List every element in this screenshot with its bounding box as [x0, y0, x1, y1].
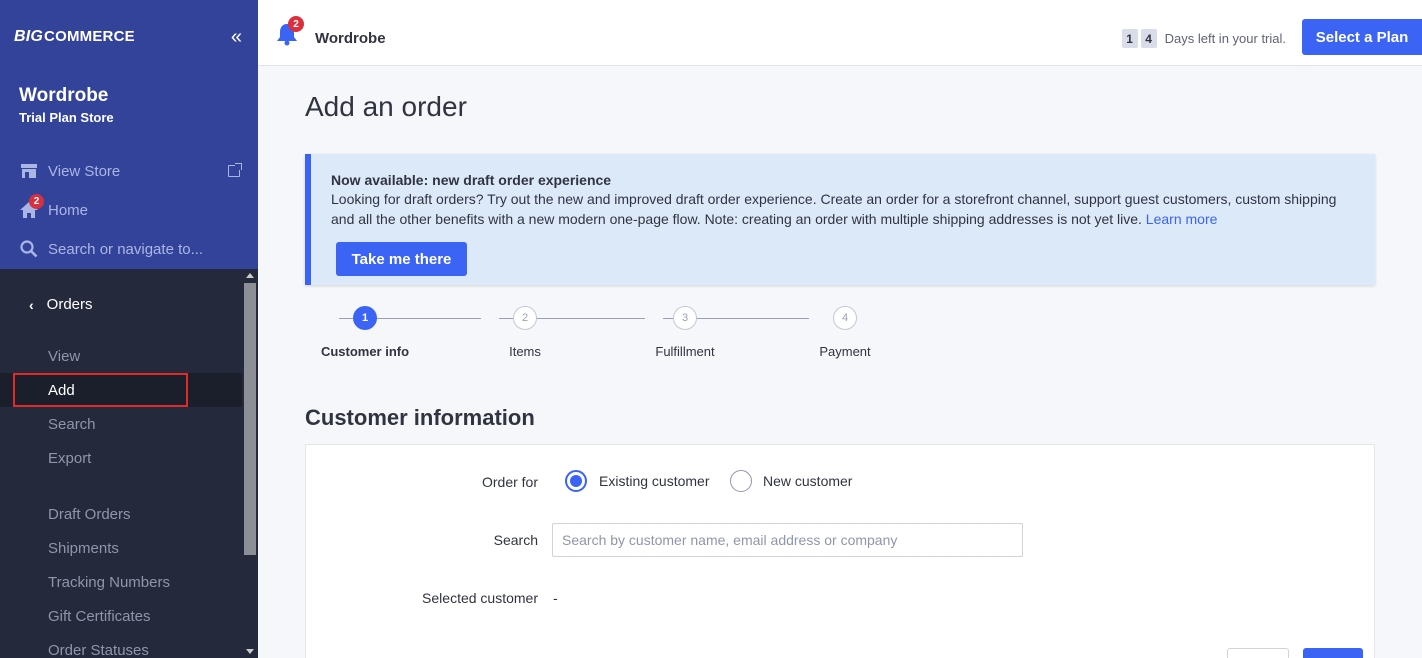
step-1-label: Customer info	[320, 344, 410, 359]
scroll-up-icon[interactable]	[246, 273, 254, 278]
trial-text: Days left in your trial.	[1164, 31, 1286, 46]
page-title: Add an order	[305, 91, 467, 122]
external-link-icon[interactable]	[228, 163, 242, 177]
banner-title: Now available: new draft order experienc…	[331, 172, 612, 188]
home-badge: 2	[29, 194, 44, 209]
section-title: Customer information	[305, 405, 535, 430]
scroll-down-icon[interactable]	[246, 649, 254, 654]
bigcommerce-logo[interactable]: BIG COMMERCE	[14, 28, 135, 46]
store-name: Wordrobe	[19, 85, 109, 106]
top-bar: 2 Wordrobe 1 4 Days left in your trial. …	[258, 0, 1422, 66]
search-navigate-link[interactable]: Search or navigate to...	[19, 240, 203, 258]
trial-digit: 4	[1140, 29, 1157, 48]
step-4-label: Payment	[819, 344, 871, 359]
select-plan-button[interactable]: Select a Plan	[1302, 19, 1422, 55]
logo-suffix: COMMERCE	[44, 28, 135, 45]
new-customer-label[interactable]: New customer	[763, 473, 852, 489]
sidebar-item-tracking-numbers[interactable]: Tracking Numbers	[0, 565, 242, 599]
view-store-link[interactable]: View Store	[19, 162, 120, 180]
sidebar-scrollbar[interactable]	[242, 269, 258, 658]
order-for-label: Order for	[481, 474, 538, 490]
cancel-button[interactable]	[1227, 648, 1289, 658]
step-4-circle: 4	[833, 306, 857, 330]
sidebar-item-order-statuses[interactable]: Order Statuses	[0, 633, 242, 658]
sidebar-item-view[interactable]: View	[0, 339, 242, 373]
step-2-circle: 2	[513, 306, 537, 330]
store-plan: Trial Plan Store	[19, 110, 114, 125]
step-2-label: Items	[509, 344, 541, 359]
existing-customer-radio[interactable]	[565, 470, 587, 492]
storefront-icon	[19, 162, 39, 180]
notification-badge: 2	[288, 16, 304, 32]
orders-back-link[interactable]: ‹ Orders	[29, 296, 93, 313]
sidebar-header: BIG COMMERCE « Wordrobe Trial Plan Store …	[0, 0, 258, 269]
step-3-circle: 3	[673, 306, 697, 330]
sidebar-item-shipments[interactable]: Shipments	[0, 531, 242, 565]
selected-customer-value: -	[553, 590, 558, 606]
learn-more-link[interactable]: Learn more	[1146, 211, 1218, 227]
new-customer-radio[interactable]	[730, 470, 752, 492]
draft-order-banner: Now available: new draft order experienc…	[305, 154, 1375, 285]
scrollbar-thumb[interactable]	[244, 283, 256, 555]
view-store-label: View Store	[48, 162, 121, 180]
store-title: Wordrobe	[315, 30, 386, 47]
orders-section-label: Orders	[46, 296, 93, 313]
sidebar-item-draft-orders[interactable]: Draft Orders	[0, 497, 242, 531]
search-navigate-label: Search or navigate to...	[48, 240, 204, 258]
sidebar: BIG COMMERCE « Wordrobe Trial Plan Store …	[0, 0, 258, 658]
step-1-circle: 1	[353, 306, 377, 330]
order-stepper: 1 2 3 4 Customer info Items Fulfillment …	[305, 306, 905, 366]
search-icon	[19, 240, 39, 258]
home-label: Home	[48, 201, 89, 219]
logo-row: BIG COMMERCE «	[0, 0, 258, 73]
sidebar-item-search[interactable]: Search	[0, 407, 242, 441]
banner-text: Looking for draft orders? Try out the ne…	[331, 189, 1361, 229]
home-link[interactable]: 2 Home	[19, 194, 89, 219]
home-icon: 2	[19, 194, 44, 219]
highlight-box	[13, 373, 188, 407]
chevron-left-icon: ‹	[29, 296, 34, 313]
step-3-label: Fulfillment	[655, 344, 715, 359]
take-me-there-button[interactable]: Take me there	[336, 242, 467, 276]
sidebar-item-gift-certificates[interactable]: Gift Certificates	[0, 599, 242, 633]
trial-digit: 1	[1121, 29, 1138, 48]
customer-info-card: Order for Existing customer New customer…	[305, 444, 1375, 658]
sidebar-item-export[interactable]: Export	[0, 441, 242, 475]
trial-counter: 1 4 Days left in your trial.	[1121, 29, 1286, 48]
logo-prefix: BIG	[14, 27, 44, 45]
notifications-button[interactable]: 2	[276, 16, 304, 51]
next-button[interactable]	[1303, 648, 1363, 658]
orders-menu: ‹ Orders View Add Search Export Draft Or…	[0, 269, 258, 658]
collapse-sidebar-icon[interactable]: «	[231, 27, 242, 47]
selected-customer-label: Selected customer	[422, 590, 538, 606]
customer-search-input[interactable]	[552, 523, 1023, 557]
existing-customer-label[interactable]: Existing customer	[599, 473, 709, 489]
search-label: Search	[493, 532, 538, 548]
